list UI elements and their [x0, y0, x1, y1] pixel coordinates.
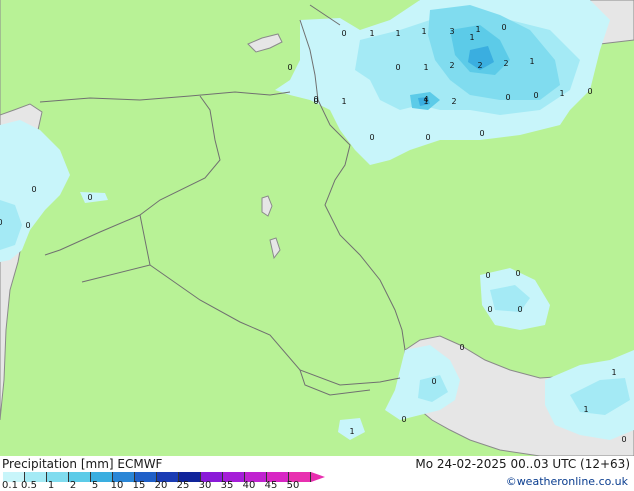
- precip-value-label: 4: [423, 95, 428, 104]
- precip-value-label: 0: [505, 93, 510, 102]
- scale-tick-label: 15: [132, 480, 146, 491]
- precip-value-label: 0: [487, 305, 492, 314]
- precip-value-label: 0: [479, 129, 484, 138]
- legend-title: Precipitation [mm] ECMWF: [2, 457, 163, 471]
- precip-value-label: 0: [501, 23, 506, 32]
- valid-time-label: Mo 24-02-2025 00..03 UTC (12+63): [415, 457, 630, 471]
- precip-value-label: 0: [395, 63, 400, 72]
- precip-value-label: 0: [517, 305, 522, 314]
- precip-value-label: 0: [401, 415, 406, 424]
- precip-value-label: 1: [395, 29, 400, 38]
- scale-tick-label: 40: [242, 480, 256, 491]
- scale-tick-label: 45: [264, 480, 278, 491]
- precip-value-label: 1: [559, 89, 564, 98]
- credit-link[interactable]: ©weatheronline.co.uk: [506, 475, 628, 488]
- scale-tick-label: 20: [154, 480, 168, 491]
- precip-value-label: 0: [341, 29, 346, 38]
- precip-value-label: 0: [431, 377, 436, 386]
- precip-value-label: 0: [313, 95, 318, 104]
- scale-tick-label: 2: [69, 480, 77, 491]
- precip-value-label: 0: [31, 185, 36, 194]
- precip-value-label: 1: [611, 368, 616, 377]
- precip-value-label: 1: [349, 427, 354, 436]
- precip-value-label: 2: [449, 61, 454, 70]
- precipitation-map: 0111310001222101120041000000000000001100…: [0, 0, 634, 456]
- scale-tick-label: 1: [47, 480, 55, 491]
- precip-value-label: 3: [449, 27, 454, 36]
- precip-value-label: 1: [421, 27, 426, 36]
- precip-value-label: 0: [459, 343, 464, 352]
- precip-value-label: 0: [485, 271, 490, 280]
- precip-value-label: 1: [583, 405, 588, 414]
- scale-tick-label: 10: [110, 480, 124, 491]
- scale-tick-label: 5: [91, 480, 99, 491]
- scale-tick-label: 0.5: [21, 480, 37, 491]
- precip-value-label: 1: [423, 63, 428, 72]
- precip-value-label: 1: [475, 25, 480, 34]
- scale-tick-label: 35: [220, 480, 234, 491]
- scale-tick-label: 0.1: [2, 480, 18, 491]
- precip-value-label: 2: [503, 59, 508, 68]
- precip-value-label: 0: [0, 218, 3, 227]
- precip-value-label: 0: [369, 133, 374, 142]
- precip-value-label: 0: [515, 269, 520, 278]
- legend-panel: Precipitation [mm] ECMWF Mo 24-02-2025 0…: [0, 456, 634, 491]
- scale-tick-label: 25: [176, 480, 190, 491]
- precip-value-label: 0: [621, 435, 626, 444]
- scale-tick-label: 30: [198, 480, 212, 491]
- precip-value-label: 2: [477, 61, 482, 70]
- precip-value-label: 2: [451, 97, 456, 106]
- precip-value-label: 1: [529, 57, 534, 66]
- precip-value-label: 0: [87, 193, 92, 202]
- precip-value-label: 0: [587, 87, 592, 96]
- precip-value-label: 0: [25, 221, 30, 230]
- precip-value-label: 1: [469, 33, 474, 42]
- precip-value-label: 0: [425, 133, 430, 142]
- precip-value-label: 1: [369, 29, 374, 38]
- precip-value-label: 0: [287, 63, 292, 72]
- precip-value-label: 1: [341, 97, 346, 106]
- scale-arrow: [311, 472, 325, 482]
- scale-tick-label: 50: [286, 480, 300, 491]
- precip-value-label: 0: [533, 91, 538, 100]
